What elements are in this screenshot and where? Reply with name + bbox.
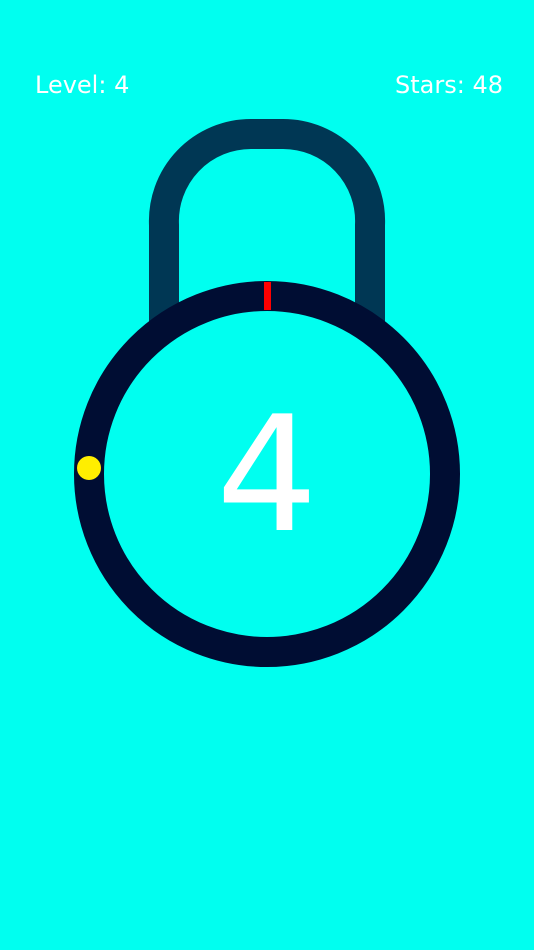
remaining-counter: 4 [216, 381, 318, 568]
game-screen[interactable]: Level: 4 Stars: 48 4 [0, 0, 534, 950]
lock-needle [264, 282, 271, 310]
target-dot [77, 456, 101, 480]
